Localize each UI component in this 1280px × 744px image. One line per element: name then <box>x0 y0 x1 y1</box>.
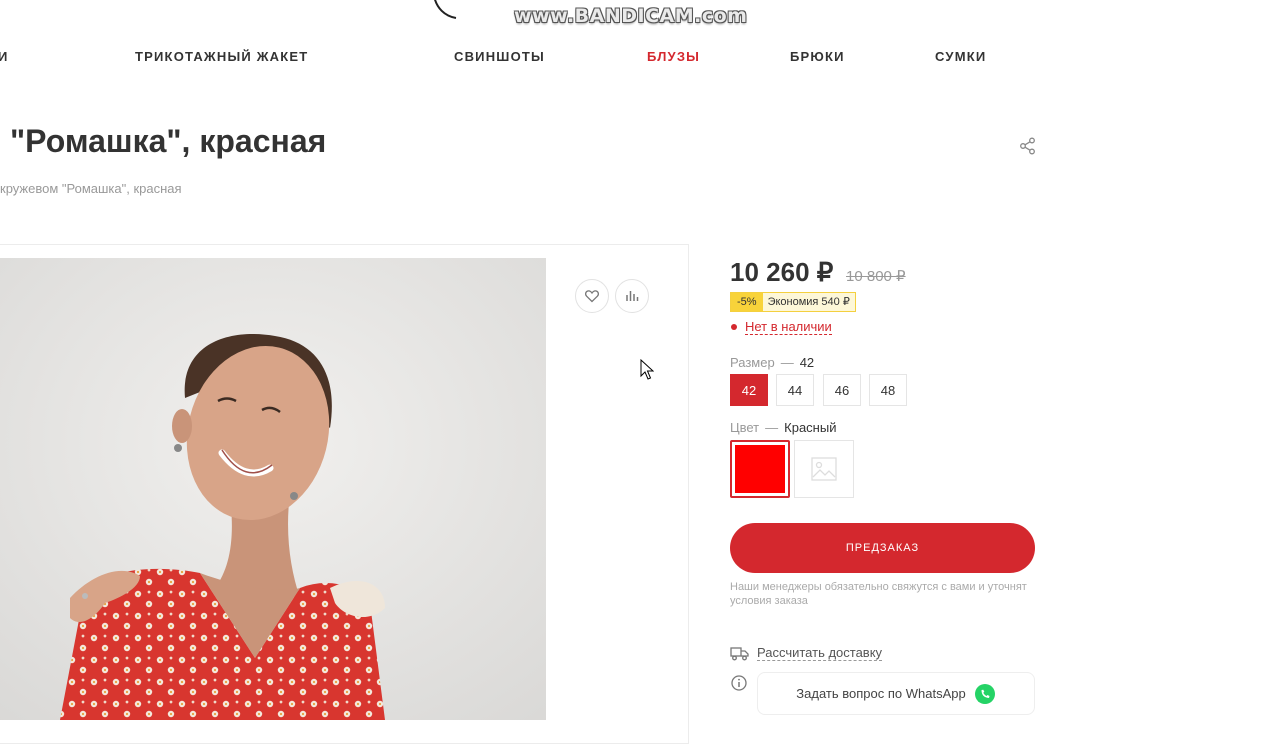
mouse-cursor-icon <box>640 359 654 380</box>
savings-amount: Экономия 540 ₽ <box>762 293 855 311</box>
logo-fragment <box>434 0 457 19</box>
old-price: 10 800 ₽ <box>846 268 906 285</box>
size-option-42[interactable]: 42 <box>730 374 768 406</box>
breadcrumb[interactable]: кружевом "Ромашка", красная <box>0 181 182 196</box>
preorder-button[interactable]: ПРЕДЗАКАЗ <box>730 523 1035 573</box>
size-option-46[interactable]: 46 <box>823 374 861 406</box>
product-photo[interactable] <box>0 258 546 720</box>
truck-icon <box>730 647 749 661</box>
stock-status-dot <box>731 324 737 330</box>
heart-icon <box>584 290 600 303</box>
size-option-44[interactable]: 44 <box>776 374 814 406</box>
compare-button[interactable] <box>615 279 649 313</box>
share-icon[interactable] <box>1018 136 1038 156</box>
whatsapp-icon <box>974 683 995 704</box>
size-selected: 42 <box>799 355 815 370</box>
bar-chart-icon <box>626 291 639 301</box>
image-placeholder-icon <box>811 457 837 481</box>
color-label-row: Цвет — Красный <box>730 420 836 435</box>
size-label: Размер <box>730 355 775 370</box>
whatsapp-question-button[interactable]: Задать вопрос по WhatsApp <box>757 672 1035 715</box>
nav-item-partial[interactable]: И <box>0 49 9 64</box>
nav-item-sweatshirts[interactable]: СВИНШОТЫ <box>454 49 545 64</box>
size-label-row: Размер — 42 <box>730 355 814 370</box>
favorite-button[interactable] <box>575 279 609 313</box>
color-separator: — <box>765 420 779 435</box>
color-selected: Красный <box>784 420 837 435</box>
info-icon <box>731 675 747 691</box>
color-swatch-no-image[interactable] <box>794 440 854 498</box>
nav-item-bags[interactable]: СУМКИ <box>935 49 986 64</box>
size-option-48[interactable]: 48 <box>869 374 907 406</box>
size-separator: — <box>780 355 794 370</box>
current-price: 10 260 ₽ <box>730 257 834 287</box>
stock-status[interactable]: Нет в наличии <box>745 320 832 335</box>
watermark: www.BANDICAM.com <box>514 5 748 27</box>
preorder-note: Наши менеджеры обязательно свяжутся с ва… <box>730 581 1027 607</box>
nav-item-trousers[interactable]: БРЮКИ <box>790 49 845 64</box>
color-label: Цвет <box>730 420 760 435</box>
calculate-delivery-link[interactable]: Рассчитать доставку <box>757 645 883 661</box>
nav-item-knit-jacket[interactable]: ТРИКОТАЖНЫЙ ЖАКЕТ <box>135 49 308 64</box>
nav-item-blouses[interactable]: БЛУЗЫ <box>647 49 700 64</box>
whatsapp-button-label: Задать вопрос по WhatsApp <box>796 686 966 701</box>
discount-percent: -5% <box>731 293 763 311</box>
color-swatch-red[interactable] <box>730 440 790 498</box>
page-title: "Ромашка", красная <box>10 123 327 159</box>
discount-badge: -5% Экономия 540 ₽ <box>730 292 856 312</box>
